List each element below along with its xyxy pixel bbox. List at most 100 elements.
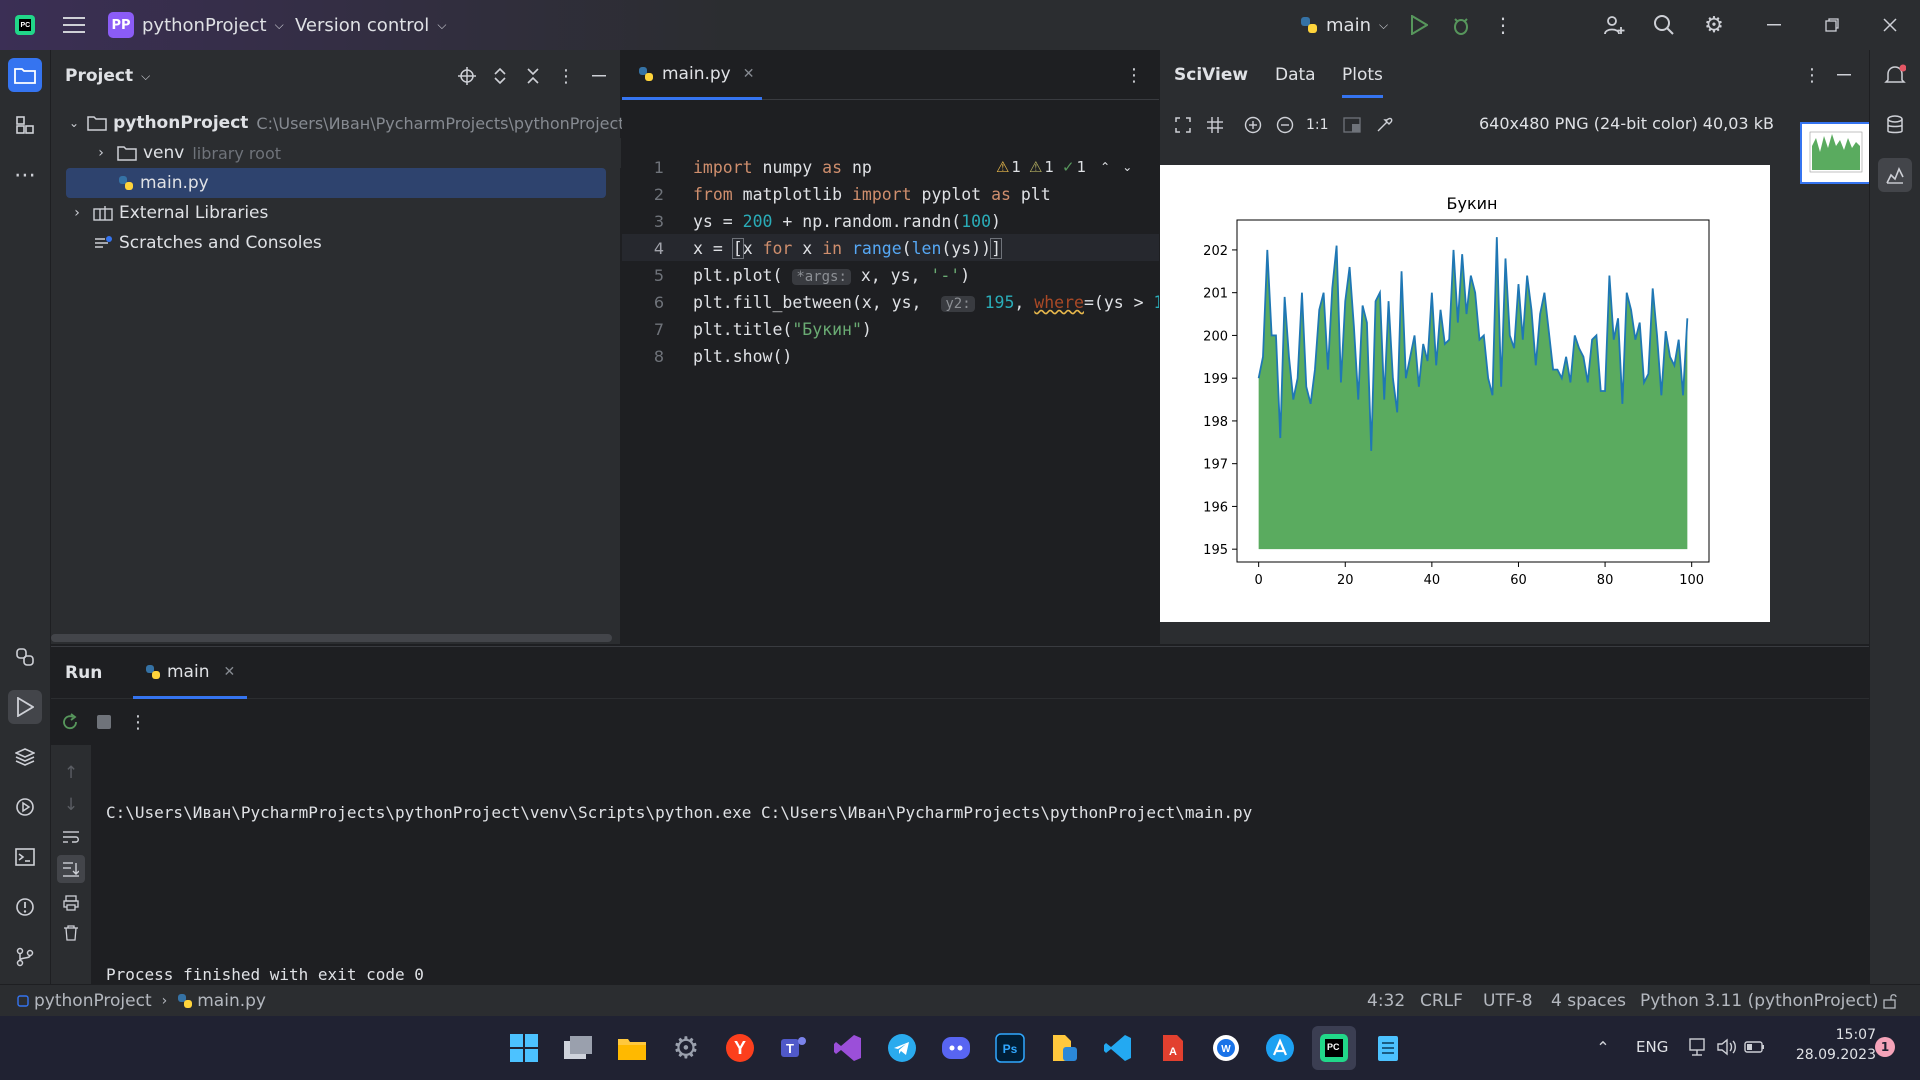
expand-all-icon[interactable] <box>488 64 512 88</box>
python-interpreter[interactable]: Python 3.11 (pythonProject) <box>1640 991 1878 1011</box>
system-clock[interactable]: 15:07 28.09.2023 <box>1786 1025 1876 1065</box>
add-user-icon[interactable] <box>1600 12 1628 38</box>
horizontal-scrollbar[interactable] <box>51 634 612 642</box>
clear-trash-icon[interactable] <box>59 921 83 945</box>
problems-tool-icon[interactable] <box>8 890 42 924</box>
tray-chevron-up-icon[interactable]: ⌃ <box>1592 1036 1614 1058</box>
arrow-up-icon[interactable]: ↑ <box>59 761 83 785</box>
sciview-tool-icon[interactable] <box>1878 158 1912 192</box>
input-language[interactable]: ENG <box>1636 1038 1668 1056</box>
run-tab-main[interactable]: main ✕ <box>133 647 248 699</box>
search-icon[interactable] <box>1650 12 1678 38</box>
project-view-selector[interactable]: Project ⌵ <box>65 64 150 88</box>
color-picker-icon[interactable] <box>1373 116 1395 134</box>
debug-icon[interactable] <box>1448 12 1474 38</box>
run-more-icon[interactable]: ⋮ <box>125 712 151 733</box>
soft-wrap-icon[interactable] <box>59 825 83 849</box>
file-encoding[interactable]: UTF-8 <box>1483 991 1533 1011</box>
sciview-options-icon[interactable]: ⋮ <box>1800 63 1824 87</box>
visual-studio-icon[interactable] <box>826 1026 870 1070</box>
discord-icon[interactable] <box>934 1026 978 1070</box>
photoshop-icon[interactable]: Ps <box>988 1026 1032 1070</box>
database-icon[interactable] <box>1878 108 1912 142</box>
pycharm-taskbar-icon[interactable]: PC <box>1312 1026 1356 1070</box>
tree-item-external-libraries[interactable]: › External Libraries <box>51 198 621 228</box>
close-run-tab-icon[interactable]: ✕ <box>223 664 235 680</box>
teams-icon[interactable]: T <box>772 1026 816 1070</box>
chevron-up-icon[interactable]: ⌃ <box>1100 160 1110 174</box>
close-tab-icon[interactable]: ✕ <box>743 66 755 82</box>
run-icon[interactable] <box>1406 12 1432 38</box>
telegram-icon[interactable] <box>880 1026 924 1070</box>
code-area[interactable]: 1 2 3 4 5 6 7 8 ⚠ 1 ⚠ 1 ✓ 1 ⌃ ⌄ import nump… <box>622 100 1163 662</box>
rerun-icon[interactable] <box>57 713 83 731</box>
tree-item-scratches[interactable]: Scratches and Consoles <box>51 228 621 258</box>
layers-tool-icon[interactable] <box>8 740 42 774</box>
caret-position[interactable]: 4:32 <box>1367 991 1405 1011</box>
vscode-icon[interactable] <box>1096 1026 1140 1070</box>
pdf-reader-icon[interactable]: A <box>1150 1026 1194 1070</box>
tree-item-project-root[interactable]: ⌄ pythonProject C:\Users\Иван\PycharmPro… <box>51 108 625 138</box>
network-icon[interactable] <box>1688 1036 1710 1058</box>
lock-open-icon[interactable] <box>1880 992 1900 1010</box>
settings-app-icon[interactable]: ⚙ <box>664 1026 708 1070</box>
background-icon[interactable] <box>1341 117 1363 133</box>
notes-app-icon[interactable] <box>1042 1026 1086 1070</box>
more-actions-icon[interactable]: ⋮ <box>1490 12 1516 38</box>
options-icon[interactable]: ⋮ <box>554 64 578 88</box>
run-tool-icon[interactable] <box>8 690 42 724</box>
tree-item-main-py[interactable]: main.py <box>66 168 606 198</box>
structure-tool-icon[interactable] <box>8 108 42 142</box>
project-switcher[interactable]: PP pythonProject ⌵ <box>108 10 284 40</box>
app-store-icon[interactable] <box>1258 1026 1302 1070</box>
settings-gear-icon[interactable]: ⚙ <box>1700 12 1728 38</box>
actual-size-button[interactable]: 1:1 <box>1306 117 1329 133</box>
browser-app-icon[interactable]: W <box>1204 1026 1248 1070</box>
locate-file-icon[interactable] <box>455 64 479 88</box>
indent-setting[interactable]: 4 spaces <box>1551 991 1626 1011</box>
breadcrumb-file[interactable]: main.py <box>197 991 266 1011</box>
arrow-down-icon[interactable]: ↓ <box>59 793 83 817</box>
notifications-icon[interactable] <box>1878 58 1912 92</box>
zoom-in-icon[interactable] <box>1242 116 1264 134</box>
more-tools-icon[interactable]: ⋯ <box>8 158 42 192</box>
zoom-out-icon[interactable] <box>1274 116 1296 134</box>
hide-sciview-icon[interactable] <box>1832 63 1856 87</box>
python-console-icon[interactable] <box>8 640 42 674</box>
windows-start-icon[interactable] <box>502 1026 546 1070</box>
inspection-widget[interactable]: ⚠ 1 ⚠ 1 ✓ 1 ⌃ ⌄ <box>996 158 1132 176</box>
plot-thumbnail[interactable] <box>1800 122 1872 184</box>
tree-item-venv[interactable]: › venv library root <box>51 138 621 168</box>
editor-tab-options-icon[interactable]: ⋮ <box>1122 63 1146 87</box>
line-separator[interactable]: CRLF <box>1420 991 1463 1011</box>
services-tool-icon[interactable] <box>8 790 42 824</box>
chevron-down-icon[interactable]: ⌄ <box>1122 160 1132 174</box>
restore-window-icon[interactable] <box>1818 12 1846 38</box>
stop-icon[interactable] <box>91 715 117 729</box>
tab-plots[interactable]: Plots <box>1342 65 1383 98</box>
minimize-window-icon[interactable] <box>1760 12 1788 38</box>
terminal-tool-icon[interactable] <box>8 840 42 874</box>
notification-badge[interactable]: 1 <box>1875 1037 1895 1057</box>
battery-icon[interactable] <box>1744 1036 1766 1058</box>
notepad-icon[interactable] <box>1366 1026 1410 1070</box>
task-view-icon[interactable] <box>556 1026 600 1070</box>
fit-zoom-icon[interactable] <box>1172 117 1194 133</box>
print-icon[interactable] <box>59 891 83 915</box>
collapse-all-icon[interactable] <box>521 64 545 88</box>
project-tool-icon[interactable] <box>8 58 42 92</box>
vcs-menu[interactable]: Version control ⌵ <box>295 10 446 40</box>
yandex-browser-icon[interactable]: Y <box>718 1026 762 1070</box>
git-tool-icon[interactable] <box>8 940 42 974</box>
editor-tab-main-py[interactable]: main.py ✕ <box>622 50 762 100</box>
hide-panel-icon[interactable] <box>587 64 611 88</box>
run-config-selector[interactable]: main ⌵ <box>1300 10 1388 40</box>
main-menu-icon[interactable] <box>60 12 88 38</box>
close-window-icon[interactable] <box>1876 12 1904 38</box>
breadcrumb-project[interactable]: pythonProject <box>34 991 152 1011</box>
volume-icon[interactable] <box>1716 1036 1738 1058</box>
scroll-to-end-icon[interactable] <box>57 855 85 883</box>
grid-icon[interactable] <box>1204 117 1226 133</box>
file-explorer-icon[interactable] <box>610 1026 654 1070</box>
tab-data[interactable]: Data <box>1275 65 1316 85</box>
